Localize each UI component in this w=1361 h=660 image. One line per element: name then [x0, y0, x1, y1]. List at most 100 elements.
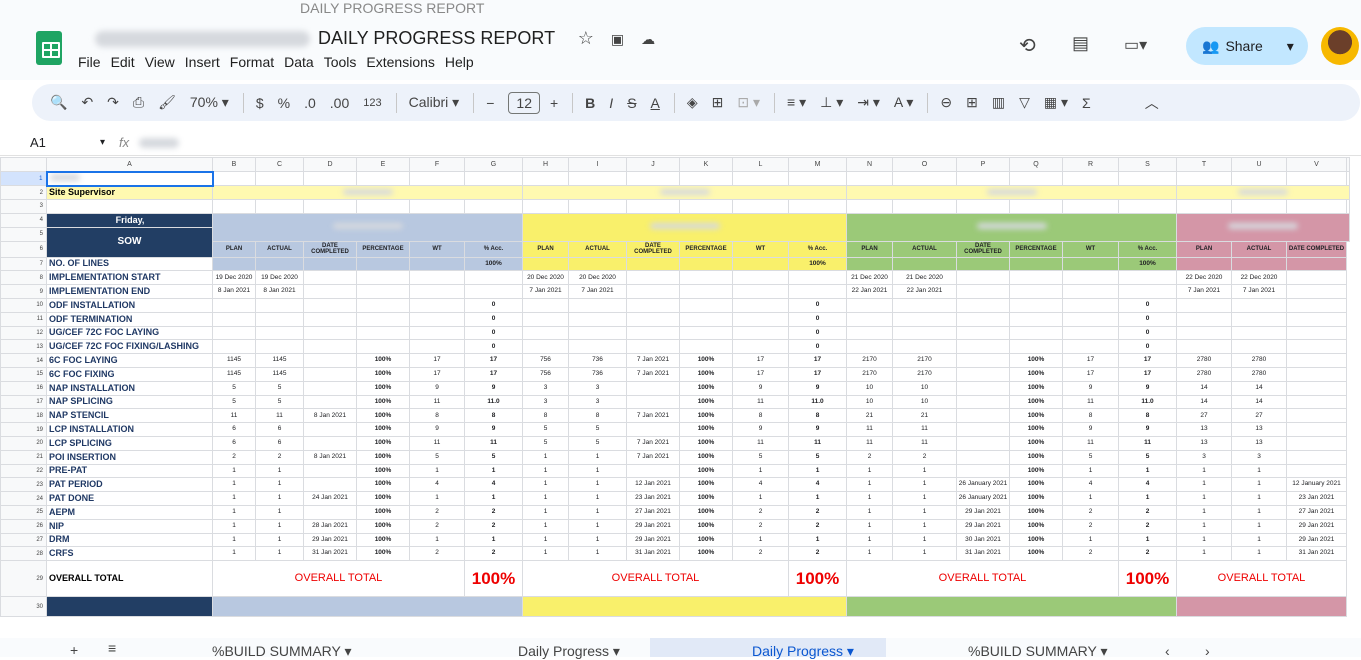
sow-item[interactable]: AEPM — [46, 504, 213, 520]
data-cell[interactable]: 5 — [522, 422, 569, 437]
data-cell[interactable]: 5 — [568, 422, 627, 437]
sow-item[interactable]: NAP STENCIL — [46, 408, 213, 424]
data-cell[interactable] — [956, 353, 1010, 368]
data-cell[interactable] — [1009, 270, 1063, 286]
sow-item[interactable]: UG/CEF 72C FOC FIXING/LASHING — [46, 339, 213, 355]
row-header[interactable]: 25 — [0, 504, 47, 520]
data-cell[interactable]: 17 — [788, 353, 847, 368]
data-cell[interactable]: 1 — [892, 532, 957, 548]
data-cell[interactable]: 1 — [212, 504, 256, 520]
cell[interactable] — [522, 199, 569, 214]
column-header[interactable]: I — [568, 157, 627, 172]
overall-total-text[interactable]: OVERALL TOTAL — [212, 560, 465, 598]
row-header[interactable]: 5 — [0, 226, 47, 242]
font-size-decrease-button[interactable]: − — [486, 95, 494, 111]
row-header[interactable]: 4 — [0, 212, 47, 228]
data-cell[interactable]: 1 — [732, 491, 789, 506]
data-cell[interactable]: 31 Jan 2021 — [303, 546, 357, 562]
data-cell[interactable] — [956, 311, 1010, 327]
data-cell[interactable]: 7 Jan 2021 — [626, 435, 680, 451]
data-cell[interactable] — [626, 270, 680, 286]
data-cell[interactable] — [1286, 256, 1347, 272]
data-cell[interactable]: 22 Jan 2021 — [892, 284, 957, 299]
data-cell[interactable]: 100% — [356, 366, 410, 382]
text-rotation-icon[interactable]: A ▾ — [894, 94, 913, 111]
insert-comment-icon[interactable]: ⊞ — [966, 94, 978, 111]
data-cell[interactable] — [1286, 353, 1347, 368]
data-cell[interactable]: 23 Jan 2021 — [1286, 491, 1347, 506]
data-cell[interactable]: 11.0 — [464, 394, 523, 410]
data-cell[interactable] — [255, 256, 304, 272]
data-cell[interactable]: 7 Jan 2021 — [626, 449, 680, 465]
data-cell[interactable]: 31 Jan 2021 — [626, 546, 680, 562]
collapse-toolbar-icon[interactable]: ︿ — [1145, 93, 1159, 113]
sub-header[interactable]: ACTUAL — [255, 240, 304, 258]
data-cell[interactable]: 11 — [892, 435, 957, 451]
cell[interactable] — [626, 171, 680, 186]
data-cell[interactable]: 21 — [892, 408, 957, 424]
data-cell[interactable]: 9 — [464, 422, 523, 437]
cell-a1[interactable] — [45, 170, 214, 187]
data-cell[interactable]: 8 — [1118, 408, 1177, 424]
font-select[interactable]: Calibri ▾ — [409, 94, 460, 111]
cell[interactable] — [956, 199, 1010, 214]
data-cell[interactable]: 2 — [464, 504, 523, 520]
paint-format-icon[interactable]: 🖌 — [158, 94, 176, 111]
data-cell[interactable] — [212, 256, 256, 272]
data-cell[interactable]: 1 — [255, 532, 304, 548]
data-cell[interactable] — [956, 463, 1010, 479]
menu-view[interactable]: View — [145, 54, 175, 70]
data-cell[interactable]: 100% — [679, 380, 733, 396]
sow-item[interactable]: PAT DONE — [46, 491, 213, 506]
data-cell[interactable]: 13 — [1176, 435, 1232, 451]
data-cell[interactable]: 11 — [846, 422, 893, 437]
cell[interactable] — [1231, 171, 1287, 186]
data-cell[interactable] — [1231, 256, 1287, 272]
site-supervisor-label[interactable]: Site Supervisor — [46, 185, 213, 200]
column-header[interactable] — [1346, 157, 1350, 172]
data-cell[interactable] — [303, 504, 357, 520]
data-cell[interactable] — [892, 325, 957, 341]
data-cell[interactable] — [846, 311, 893, 327]
data-cell[interactable] — [1009, 297, 1063, 313]
data-cell[interactable]: 11 — [255, 408, 304, 424]
overall-total-label[interactable]: OVERALL TOTAL — [46, 560, 213, 598]
row-header[interactable]: 8 — [0, 270, 47, 286]
formula-input[interactable] — [139, 137, 180, 148]
sub-header[interactable]: DATE COMPLETED — [1286, 240, 1347, 258]
data-cell[interactable]: 1 — [1062, 463, 1119, 479]
cell[interactable] — [1118, 199, 1177, 214]
row-header[interactable]: 12 — [0, 325, 47, 341]
data-cell[interactable]: 1 — [409, 532, 465, 548]
data-cell[interactable] — [356, 311, 410, 327]
supervisor-name-cell[interactable] — [846, 185, 1177, 200]
data-cell[interactable]: 756 — [522, 366, 569, 382]
sow-item[interactable]: PAT PERIOD — [46, 477, 213, 493]
sow-item[interactable]: 6C FOC FIXING — [46, 366, 213, 382]
cell[interactable] — [1062, 199, 1119, 214]
data-cell[interactable]: 2780 — [1176, 353, 1232, 368]
data-cell[interactable]: 0 — [788, 339, 847, 355]
text-color-button[interactable]: A — [651, 95, 660, 111]
data-cell[interactable]: 1 — [1231, 491, 1287, 506]
data-cell[interactable]: 4 — [1062, 477, 1119, 493]
row-header[interactable]: 29 — [0, 560, 47, 598]
fill-color-icon[interactable]: ◈ — [687, 94, 698, 111]
data-cell[interactable]: 1 — [892, 504, 957, 520]
row-header[interactable]: 22 — [0, 463, 47, 479]
data-cell[interactable] — [1286, 270, 1347, 286]
data-cell[interactable]: 8 — [1062, 408, 1119, 424]
column-header[interactable]: U — [1231, 157, 1287, 172]
data-cell[interactable]: 3 — [1231, 449, 1287, 465]
data-cell[interactable]: 10 — [892, 380, 957, 396]
data-cell[interactable]: 11 — [892, 422, 957, 437]
data-cell[interactable]: 1 — [568, 532, 627, 548]
data-cell[interactable] — [679, 311, 733, 327]
data-cell[interactable] — [956, 394, 1010, 410]
cell[interactable] — [303, 199, 357, 214]
cell[interactable] — [1346, 171, 1350, 186]
sub-header[interactable]: PERCENTAGE — [1009, 240, 1063, 258]
data-cell[interactable]: 13 — [1231, 422, 1287, 437]
data-cell[interactable]: 2 — [1118, 546, 1177, 562]
data-cell[interactable]: 10 — [892, 394, 957, 410]
